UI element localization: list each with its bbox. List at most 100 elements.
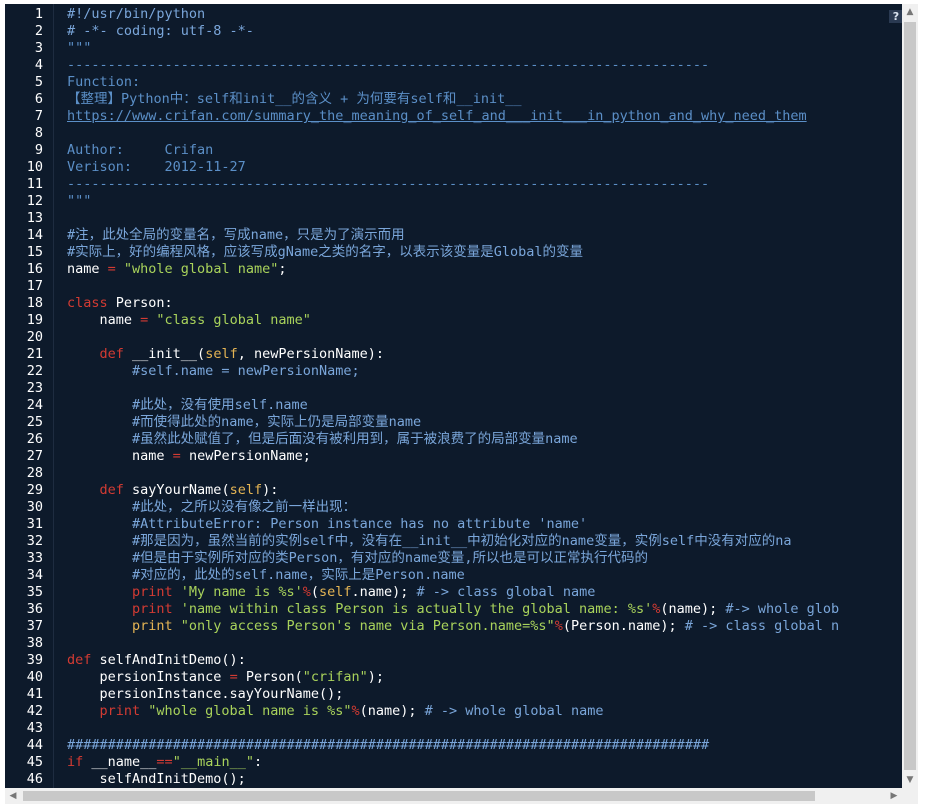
code-token: if (67, 754, 84, 770)
code-line[interactable]: print 'name within class Person is actua… (67, 601, 902, 618)
code-line[interactable]: name = "whole global name"; (67, 261, 902, 278)
code-line[interactable]: persionInstance.sayYourName(); (67, 686, 902, 703)
horizontal-scroll-thumb[interactable] (23, 791, 815, 801)
code-line[interactable]: class Person: (67, 295, 902, 312)
code-line[interactable] (67, 278, 902, 295)
code-line[interactable]: def selfAndInitDemo(): (67, 652, 902, 669)
code-line[interactable]: print 'My name is %s'%(self.name); # -> … (67, 584, 902, 601)
scroll-down-arrow-icon[interactable]: ▼ (902, 772, 918, 788)
line-number: 33 (26, 550, 43, 566)
line-number: 16 (26, 261, 43, 277)
code-line[interactable] (67, 329, 902, 346)
code-line[interactable]: #此处，没有使用self.name (67, 397, 902, 414)
code-line[interactable]: #实际上，好的编程风格，应该写成gName之类的名字，以表示该变量是Global… (67, 244, 902, 261)
code-line[interactable] (67, 720, 902, 737)
code-line[interactable]: #那是因为，虽然当前的实例self中，没有在__init__中初始化对应的nam… (67, 533, 902, 550)
code-token: # -> class global name (416, 584, 596, 600)
code-line[interactable]: selfAndInitDemo(); (67, 771, 902, 788)
horizontal-scrollbar[interactable]: ◀ ▶ (5, 788, 902, 804)
code-line[interactable]: #对应的，此处的self.name，实际上是Person.name (67, 567, 902, 584)
code-line[interactable]: #而使得此处的name，实际上仍是局部变量name (67, 414, 902, 431)
vertical-scrollbar[interactable]: ▲ ▼ (902, 4, 918, 788)
code-token: print (132, 618, 173, 634)
code-token: #AttributeError: Person instance has no … (67, 516, 588, 532)
line-number: 21 (26, 346, 43, 362)
line-number: 22 (26, 363, 43, 379)
vertical-scroll-thumb[interactable] (904, 22, 916, 770)
code-line[interactable]: #虽然此处赋值了，但是后面没有被利用到，属于被浪费了的局部变量name (67, 431, 902, 448)
code-line[interactable]: Function: (67, 74, 902, 91)
code-line[interactable] (67, 210, 902, 227)
code-token: 'name within class Person is actually th… (172, 601, 653, 617)
code-token: ): (262, 482, 279, 498)
code-line[interactable]: def __init__(self, newPersionName): (67, 346, 902, 363)
code-line[interactable]: if __name__=="__main__": (67, 754, 902, 771)
code-line[interactable] (67, 635, 902, 652)
code-token: __name__ (83, 754, 157, 770)
code-line[interactable]: #注，此处全局的变量名，写成name，只是为了演示而用 (67, 227, 902, 244)
code-line[interactable]: #self.name = newPersionName; (67, 363, 902, 380)
code-token: def (67, 652, 92, 668)
code-line[interactable]: #!/usr/bin/python (67, 6, 902, 23)
code-line[interactable]: #但是由于实例所对应的类Person，有对应的name变量,所以也是可以正常执行… (67, 550, 902, 567)
scroll-left-arrow-icon[interactable]: ◀ (5, 788, 21, 804)
code-token: (Person.name); (562, 618, 685, 634)
scroll-right-arrow-icon[interactable]: ▶ (886, 788, 902, 804)
line-number: 8 (34, 125, 43, 141)
line-number: 32 (26, 533, 43, 549)
code-token: selfAndInitDemo(): (91, 652, 246, 668)
code-token: "whole global name is %s" (140, 703, 352, 719)
code-token: #此处，之所以没有像之前一样出现： (67, 499, 357, 515)
line-number: 7 (34, 108, 43, 124)
line-number: 19 (26, 312, 43, 328)
code-token: #self.name = newPersionName; (67, 363, 360, 379)
scroll-up-arrow-icon[interactable]: ▲ (902, 4, 918, 20)
line-number: 9 (34, 142, 43, 158)
line-number: 37 (26, 618, 43, 634)
code-token: self (205, 346, 238, 362)
code-line[interactable]: Author: Crifan (67, 142, 902, 159)
code-line[interactable]: 【整理】Python中：self和init__的含义 + 为何要有self和__… (67, 91, 902, 108)
code-line[interactable]: Verison: 2012-11-27 (67, 159, 902, 176)
code-line[interactable]: print "only access Person's name via Per… (67, 618, 902, 635)
code-token: = (107, 261, 116, 277)
line-number: 24 (26, 397, 43, 413)
code-token: #实际上，好的编程风格，应该写成gName之类的名字，以表示该变量是Global… (67, 244, 584, 260)
code-line[interactable]: ----------------------------------------… (67, 176, 902, 193)
code-line[interactable]: """ (67, 40, 902, 57)
code-line[interactable]: print "whole global name is %s"%(name); … (67, 703, 902, 720)
help-icon[interactable]: ? (889, 10, 902, 23)
line-number: 38 (26, 635, 43, 651)
code-line[interactable]: ########################################… (67, 737, 902, 754)
code-line[interactable]: """ (67, 193, 902, 210)
code-line[interactable]: #此处，之所以没有像之前一样出现： (67, 499, 902, 516)
code-token: ); (367, 669, 385, 685)
code-line[interactable] (67, 380, 902, 397)
code-area[interactable]: #!/usr/bin/python # -*- coding: utf-8 -*-… (67, 4, 902, 788)
code-line[interactable]: https://www.crifan.com/summary_the_meani… (67, 108, 902, 125)
code-line[interactable]: ----------------------------------------… (67, 57, 902, 74)
line-number: 1 (34, 6, 43, 22)
code-line[interactable]: persionInstance = Person("crifan"); (67, 669, 902, 686)
line-number: 30 (26, 499, 43, 515)
code-line[interactable] (67, 465, 902, 482)
code-line[interactable]: #AttributeError: Person instance has no … (67, 516, 902, 533)
code-token: ; (278, 261, 287, 277)
code-token: """ (67, 40, 92, 56)
code-line[interactable]: def sayYourName(self): (67, 482, 902, 499)
code-token: #此处，没有使用self.name (67, 397, 308, 413)
line-number: 18 (26, 295, 43, 311)
code-line[interactable]: name = "class global name" (67, 312, 902, 329)
code-token: print (132, 584, 173, 600)
code-token: #那是因为，虽然当前的实例self中，没有在__init__中初始化对应的nam… (67, 533, 792, 549)
code-line[interactable]: name = newPersionName; (67, 448, 902, 465)
code-token: : (253, 754, 263, 770)
code-token: # -> whole global name (424, 703, 604, 719)
line-number: 14 (26, 227, 43, 243)
code-line[interactable] (67, 125, 902, 142)
code-editor[interactable]: 1 2 3 4 5 6 7 8 9 10 11 12 13 14 15 16 17 18 19 20 21 22 23 24 2… (5, 4, 902, 788)
code-line[interactable]: # -*- coding: utf-8 -*- (67, 23, 902, 40)
code-token: 【整理】Python中：self和init__的含义 + 为何要有self和__… (67, 91, 522, 107)
line-number: 44 (26, 737, 43, 753)
